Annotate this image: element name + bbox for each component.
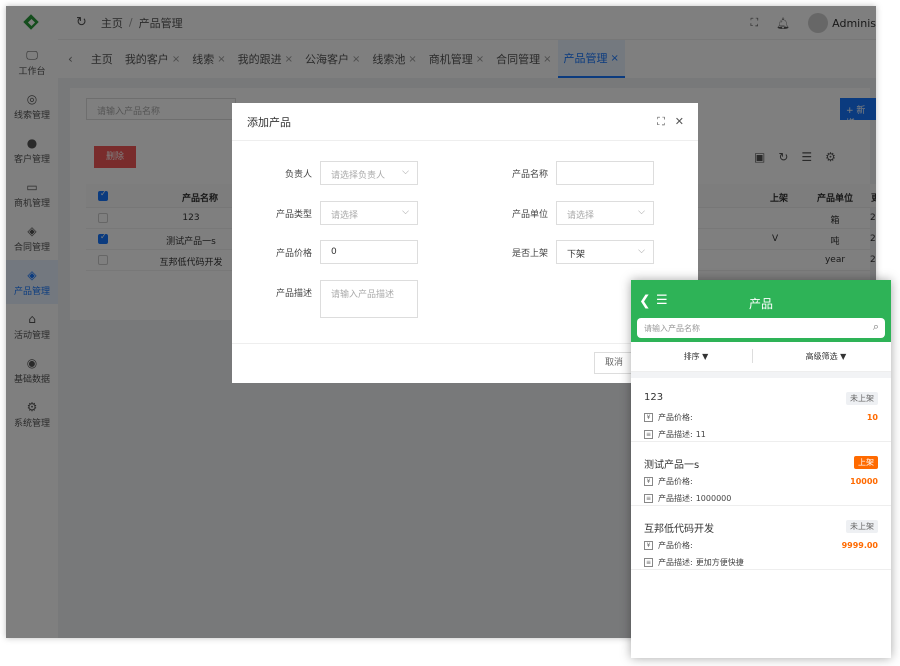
document-icon: ≡ xyxy=(644,558,653,567)
product-name: 123 xyxy=(644,392,664,403)
product-price: 10 xyxy=(866,413,878,422)
product-price-input[interactable]: 0 xyxy=(320,240,418,264)
product-type-label: 产品类型 xyxy=(275,210,312,220)
chevron-down-icon: ⌵ xyxy=(402,167,409,177)
product-name: 测试产品一s xyxy=(644,460,700,471)
mobile-header: ❮ ☰ 产品 请输入产品名称 ⌕ xyxy=(631,280,891,342)
stage: 🖵 工作台◎ 线索管理● 客户管理▭ 商机管理◈ 合同管理◈ 产品管理⌂ 活动管… xyxy=(0,0,900,666)
price-row: ¥ 产品价格: xyxy=(644,476,693,487)
product-type-placeholder: 请选择 xyxy=(331,211,359,221)
cancel-button[interactable]: 取消 xyxy=(594,352,634,374)
owner-select[interactable]: 请选择负责人 ⌵ xyxy=(320,161,418,185)
product-desc: 更加方便快捷 xyxy=(695,558,744,567)
product-price-value: 0 xyxy=(331,247,337,257)
mobile-search-placeholder: 请输入产品名称 xyxy=(644,324,700,333)
sort-button[interactable]: 排序 ▼ xyxy=(631,351,761,362)
list-item[interactable]: 测试产品一s 上架 ¥ 产品价格: 10000 ≡ 产品描述: 1000000 xyxy=(631,442,891,506)
price-label: 产品价格: xyxy=(658,413,693,422)
product-unit-select[interactable]: 请选择 ⌵ xyxy=(556,201,654,225)
product-desc: 11 xyxy=(695,430,706,439)
mobile-preview: ❮ ☰ 产品 请输入产品名称 ⌕ 排序 ▼ 高级筛选 ▼ 123 未上架 ¥ 产… xyxy=(631,280,891,658)
product-desc-label: 产品描述 xyxy=(275,289,312,299)
price-icon: ¥ xyxy=(644,477,653,486)
product-name-input[interactable] xyxy=(556,161,654,185)
product-name: 互邦低代码开发 xyxy=(644,524,714,535)
advanced-filter-button[interactable]: 高级筛选 ▼ xyxy=(761,351,891,362)
price-icon: ¥ xyxy=(644,541,653,550)
desc-row: ≡ 产品描述: 更加方便快捷 xyxy=(644,557,744,568)
dialog-header-icons: ⛶ ✕ xyxy=(657,115,684,129)
status-badge: 未上架 xyxy=(846,392,878,405)
desc-row: ≡ 产品描述: 11 xyxy=(644,429,706,440)
price-row: ¥ 产品价格: xyxy=(644,412,693,423)
desc-label: 产品描述: xyxy=(658,558,693,567)
owner-placeholder: 请选择负责人 xyxy=(331,171,386,181)
mobile-filter-bar: 排序 ▼ 高级筛选 ▼ xyxy=(631,342,891,372)
listed-label: 是否上架 xyxy=(511,249,548,259)
product-price: 9999.00 xyxy=(841,541,878,550)
add-product-dialog: 添加产品 ⛶ ✕ 负责人 请选择负责人 ⌵ 产品名称 产品类型 请选择 ⌵ 产品… xyxy=(232,103,698,383)
price-row: ¥ 产品价格: xyxy=(644,540,693,551)
desc-label: 产品描述: xyxy=(658,430,693,439)
maximize-icon[interactable]: ⛶ xyxy=(657,115,665,129)
chevron-down-icon: ⌵ xyxy=(638,246,645,256)
price-label: 产品价格: xyxy=(658,477,693,486)
desc-label: 产品描述: xyxy=(658,494,693,503)
chevron-down-icon: ⌵ xyxy=(402,207,409,217)
list-item[interactable]: 123 未上架 ¥ 产品价格: 10 ≡ 产品描述: 11 xyxy=(631,378,891,442)
dialog-footer: 取消 xyxy=(232,343,698,383)
document-icon: ≡ xyxy=(644,494,653,503)
status-badge: 上架 xyxy=(854,456,878,469)
product-type-select[interactable]: 请选择 ⌵ xyxy=(320,201,418,225)
product-unit-placeholder: 请选择 xyxy=(567,211,595,221)
price-label: 产品价格: xyxy=(658,541,693,550)
chevron-down-icon: ⌵ xyxy=(638,207,645,217)
listed-value: 下架 xyxy=(567,250,586,260)
status-badge: 未上架 xyxy=(846,520,878,533)
product-unit-label: 产品单位 xyxy=(511,210,548,220)
mobile-title: 产品 xyxy=(748,297,773,311)
dialog-header: 添加产品 xyxy=(232,103,698,141)
close-icon[interactable]: ✕ xyxy=(675,115,684,129)
product-desc: 1000000 xyxy=(695,494,732,503)
listed-select[interactable]: 下架 ⌵ xyxy=(556,240,654,264)
document-icon: ≡ xyxy=(644,430,653,439)
mobile-search-input[interactable]: 请输入产品名称 ⌕ xyxy=(637,318,885,338)
desc-row: ≡ 产品描述: 1000000 xyxy=(644,493,731,504)
owner-label: 负责人 xyxy=(284,170,312,180)
price-icon: ¥ xyxy=(644,413,653,422)
product-name-label: 产品名称 xyxy=(511,170,548,180)
dialog-title: 添加产品 xyxy=(247,115,291,129)
list-item[interactable]: 互邦低代码开发 未上架 ¥ 产品价格: 9999.00 ≡ 产品描述: 更加方便… xyxy=(631,506,891,570)
search-icon[interactable]: ⌕ xyxy=(873,320,879,334)
product-price-label: 产品价格 xyxy=(275,249,312,259)
product-price: 10000 xyxy=(850,477,878,486)
product-desc-textarea[interactable]: 请输入产品描述 xyxy=(320,280,418,318)
filter-divider xyxy=(752,349,753,363)
